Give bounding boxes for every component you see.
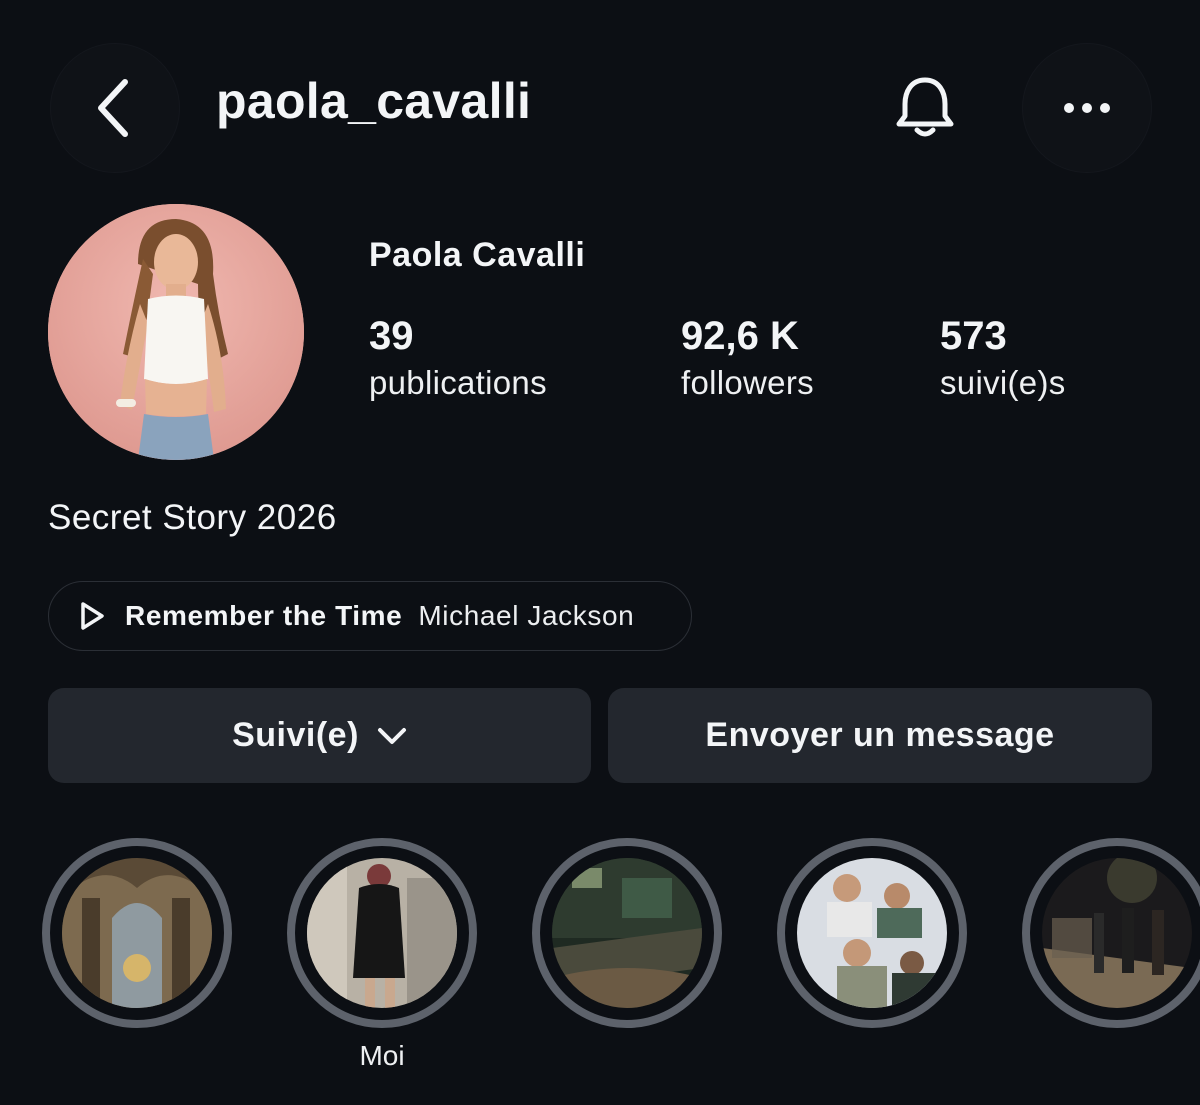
profile-full-name: Paola Cavalli (369, 236, 586, 274)
story-highlight[interactable] (42, 838, 232, 1028)
story-highlight[interactable] (532, 838, 722, 1028)
highlight-cover-image (797, 858, 947, 1008)
bell-icon (896, 77, 954, 137)
story-highlight[interactable] (777, 838, 967, 1028)
posts-label[interactable]: publications (369, 364, 547, 402)
profile-bio: Secret Story 2026 (48, 498, 337, 537)
following-button[interactable]: Suivi(e) (48, 688, 591, 783)
send-message-button[interactable]: Envoyer un message (608, 688, 1152, 783)
profile-avatar[interactable] (48, 204, 304, 460)
play-icon (81, 602, 104, 630)
profile-music-pill[interactable]: Remember the Time Michael Jackson (48, 581, 692, 651)
music-title: Remember the Time (125, 600, 403, 631)
more-options-button[interactable] (1022, 43, 1152, 173)
highlight-cover-image (1042, 858, 1192, 1008)
chevron-left-icon (98, 79, 128, 137)
story-highlight[interactable] (287, 838, 477, 1028)
notifications-button[interactable] (890, 72, 960, 142)
send-message-label: Envoyer un message (705, 716, 1055, 754)
followers-label[interactable]: followers (681, 364, 814, 402)
followers-count[interactable]: 92,6 K (681, 314, 799, 359)
more-horizontal-icon (1064, 103, 1110, 113)
following-count[interactable]: 573 (940, 314, 1007, 359)
story-highlight[interactable] (1022, 838, 1200, 1028)
profile-username: paola_cavalli (216, 73, 532, 129)
highlight-label: Moi (359, 1040, 405, 1071)
following-button-label: Suivi(e) (232, 716, 359, 754)
music-artist: Michael Jackson (418, 600, 635, 631)
following-label[interactable]: suivi(e)s (940, 364, 1066, 402)
highlight-cover-image (552, 858, 702, 1008)
back-button[interactable] (50, 43, 180, 173)
highlight-cover-image (307, 858, 457, 1008)
posts-count[interactable]: 39 (369, 314, 414, 359)
chevron-down-icon (377, 727, 406, 744)
highlight-cover-image (62, 858, 212, 1008)
